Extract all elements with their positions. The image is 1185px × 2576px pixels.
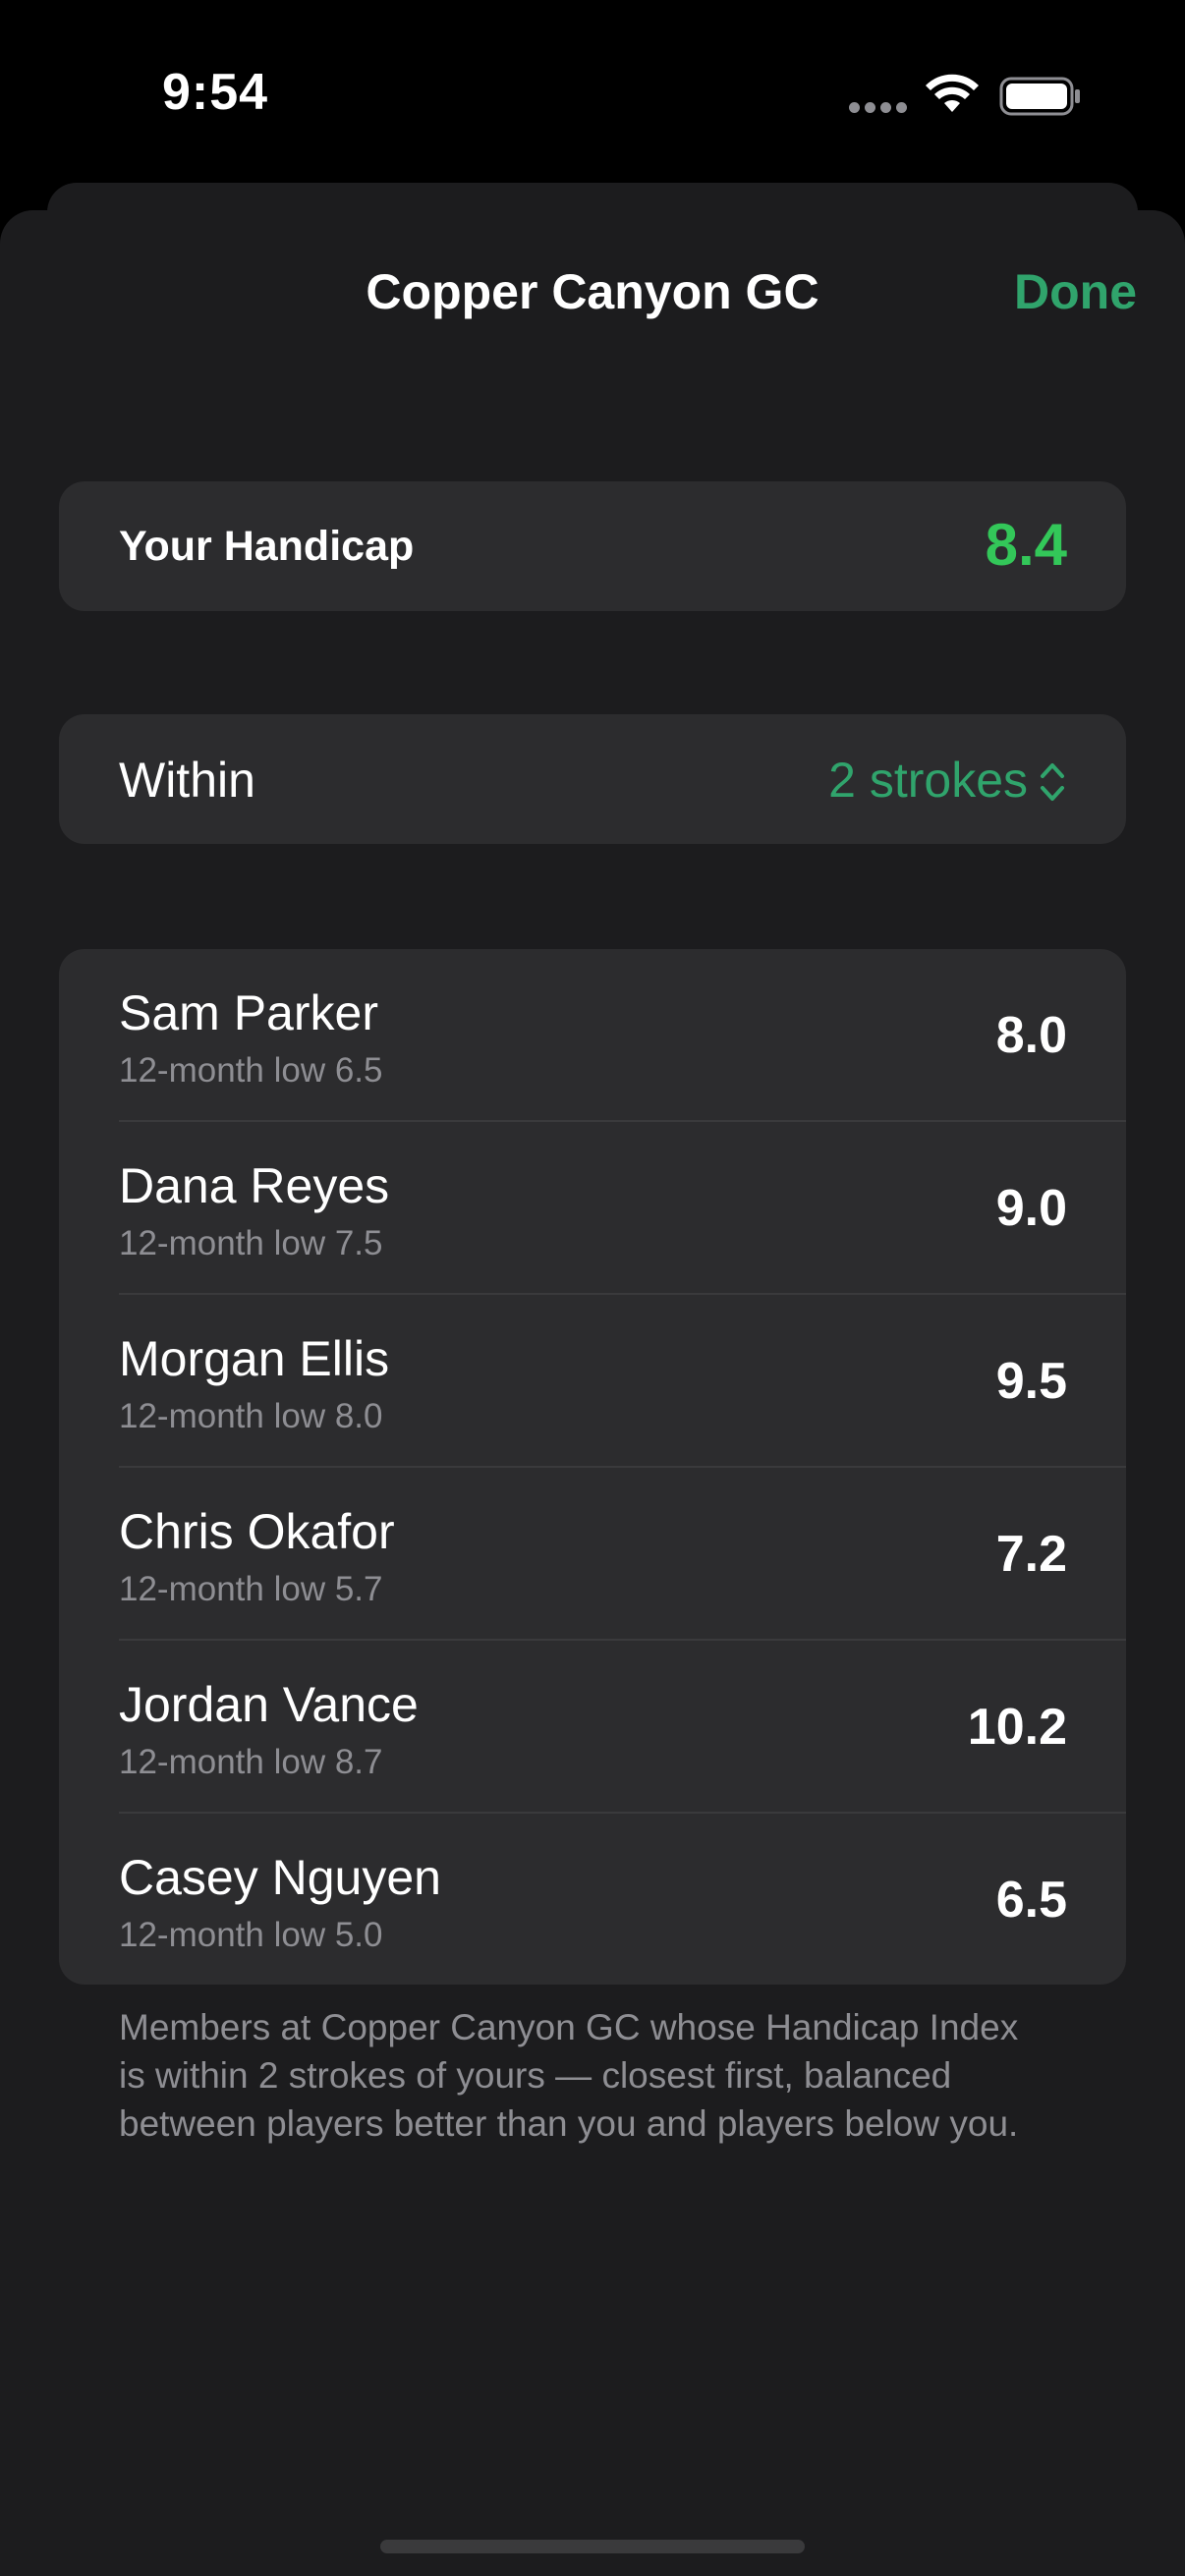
- done-button[interactable]: Done: [1014, 263, 1137, 320]
- member-index: 8.0: [995, 1007, 1067, 1064]
- member-low: 12-month low 8.0: [119, 1397, 383, 1435]
- home-indicator[interactable]: [380, 2540, 805, 2553]
- member-row[interactable]: Casey Nguyen 12-month low 5.0 6.5: [59, 1814, 1126, 1985]
- footnote: Members at Copper Canyon GC whose Handic…: [119, 2007, 1019, 2144]
- your-handicap-value: 8.4: [985, 512, 1067, 578]
- member-index: 7.2: [995, 1526, 1067, 1583]
- member-index: 10.2: [967, 1699, 1067, 1756]
- within-picker-row[interactable]: Within 2 strokes: [59, 714, 1126, 844]
- member-name: Dana Reyes: [119, 1158, 390, 1213]
- member-index: 9.5: [995, 1353, 1067, 1410]
- member-name: Casey Nguyen: [119, 1850, 441, 1905]
- member-low: 12-month low 8.7: [119, 1743, 383, 1781]
- member-index: 9.0: [995, 1180, 1067, 1237]
- member-low: 12-month low 6.5: [119, 1051, 383, 1090]
- status-time: 9:54: [162, 64, 269, 121]
- within-picker-value[interactable]: 2 strokes: [828, 752, 1028, 809]
- chevron-up-down-icon: [1041, 763, 1064, 801]
- member-name: Sam Parker: [119, 985, 378, 1040]
- your-handicap-label: Your Handicap: [119, 523, 415, 570]
- status-bar: 9:54: [0, 0, 1185, 187]
- battery-icon: [999, 77, 1080, 116]
- member-name: Chris Okafor: [119, 1504, 395, 1559]
- within-label: Within: [119, 753, 255, 808]
- member-row[interactable]: Morgan Ellis 12-month low 8.0 9.5: [59, 1295, 1126, 1468]
- member-low: 12-month low 7.5: [119, 1224, 383, 1262]
- member-row[interactable]: Dana Reyes 12-month low 7.5 9.0: [59, 1122, 1126, 1295]
- member-low: 12-month low 5.7: [119, 1570, 383, 1608]
- sheet-title: Copper Canyon GC: [366, 264, 819, 319]
- sheet: Copper Canyon GC Done Your Handicap 8.4 …: [0, 210, 1185, 2576]
- member-row[interactable]: Jordan Vance 12-month low 8.7 10.2: [59, 1641, 1126, 1814]
- member-name: Jordan Vance: [119, 1677, 419, 1732]
- your-handicap-card: Your Handicap 8.4: [59, 481, 1126, 611]
- wifi-icon: [926, 74, 979, 112]
- members-list: Sam Parker 12-month low 6.5 8.0 Dana Rey…: [59, 949, 1126, 1985]
- member-row[interactable]: Chris Okafor 12-month low 5.7 7.2: [59, 1468, 1126, 1641]
- member-name: Morgan Ellis: [119, 1331, 390, 1386]
- member-row[interactable]: Sam Parker 12-month low 6.5 8.0: [59, 949, 1126, 1122]
- signal-dots-icon: [849, 102, 908, 114]
- member-index: 6.5: [995, 1872, 1067, 1929]
- member-low: 12-month low 5.0: [119, 1916, 383, 1954]
- screen: 9:54 Copper Canyon GC Done Your Handicap…: [0, 0, 1185, 2576]
